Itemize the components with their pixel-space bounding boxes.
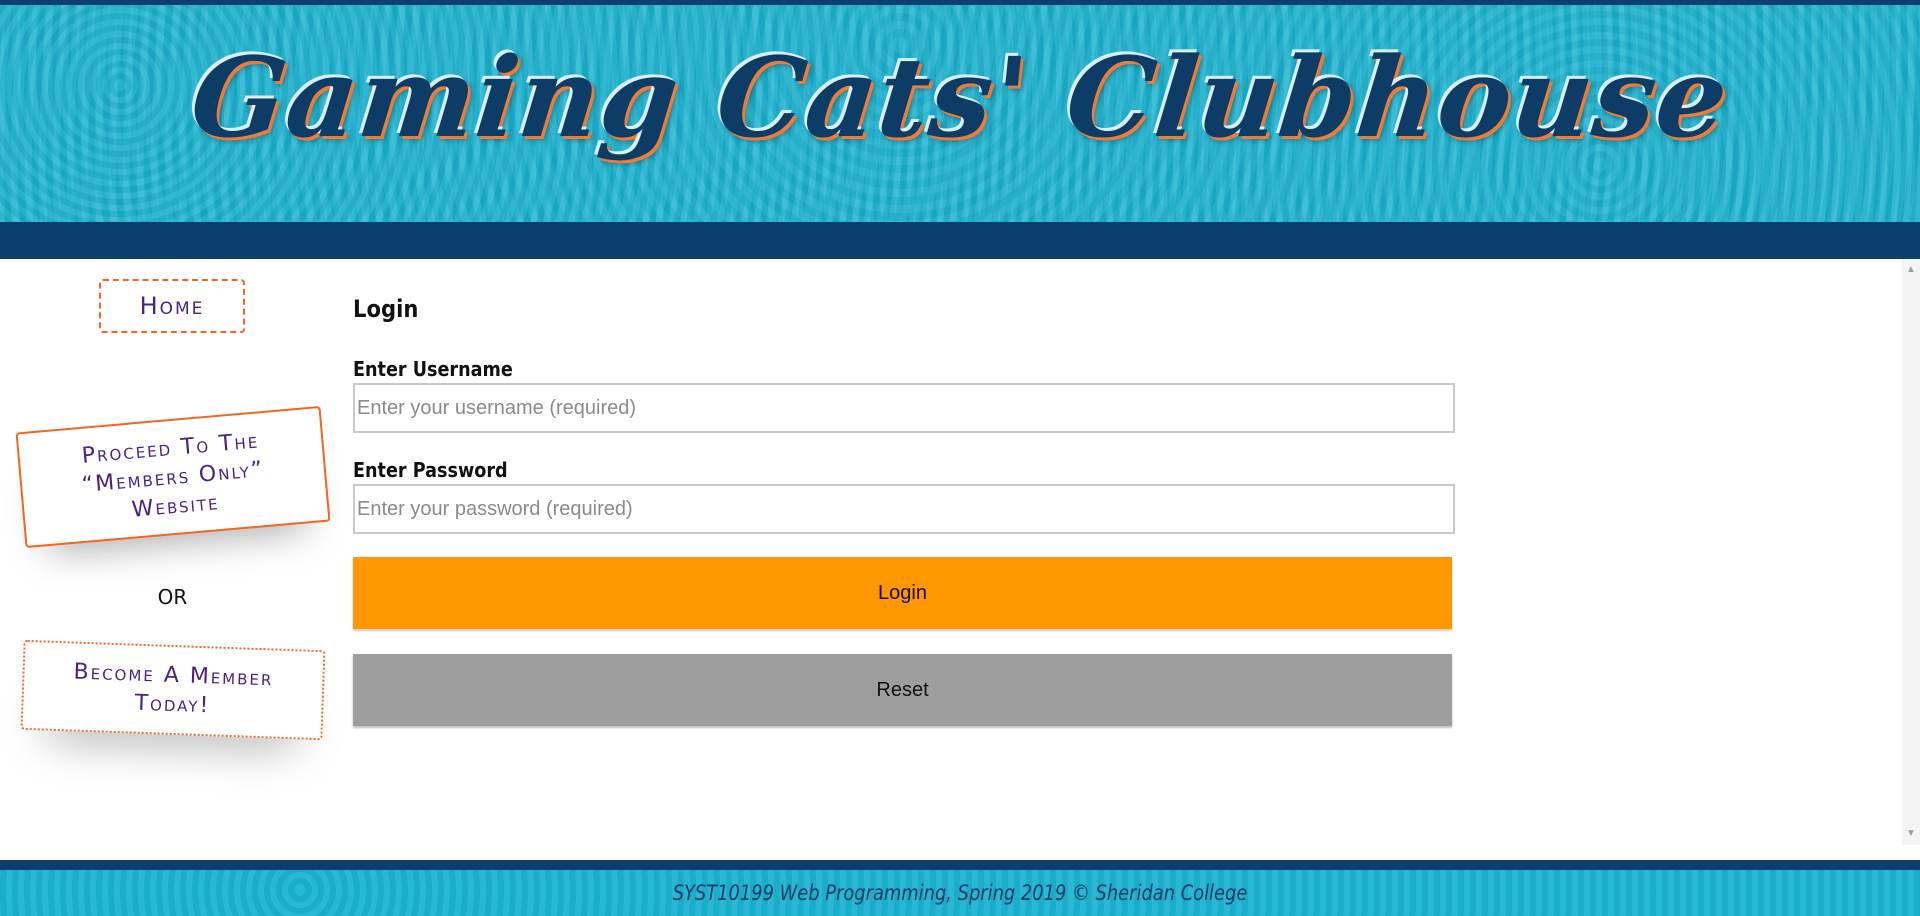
site-footer: SYST10199 Web Programming, Spring 2019 ©… [0,870,1920,916]
nav-bar [0,222,1920,259]
login-button[interactable]: Login [353,557,1452,629]
footer-copyright: SYST10199 Web Programming, Spring 2019 ©… [672,881,1248,905]
password-input[interactable] [353,484,1455,534]
password-label: Enter Password [353,458,508,482]
home-link[interactable]: Home [99,279,245,333]
scroll-up-arrow-icon[interactable]: ▲ [1902,261,1920,279]
site-header: Gaming Cats' Clubhouse [0,5,1920,222]
proceed-members-only-link[interactable]: Proceed To The “Members Only” Website [15,405,331,549]
become-member-link[interactable]: Become A Member Today! [20,639,326,741]
sidebar: Home Proceed To The “Members Only” Websi… [0,259,345,859]
reset-button[interactable]: Reset [353,654,1452,726]
or-label: OR [157,585,188,609]
form-heading: Login [353,295,419,323]
footer-top-strip [0,860,1920,870]
vertical-scrollbar[interactable]: ▲ ▼ [1902,259,1920,845]
username-input[interactable] [353,383,1455,433]
username-label: Enter Username [353,357,513,381]
site-title: Gaming Cats' Clubhouse [185,33,1735,162]
scroll-down-arrow-icon[interactable]: ▼ [1902,825,1920,843]
